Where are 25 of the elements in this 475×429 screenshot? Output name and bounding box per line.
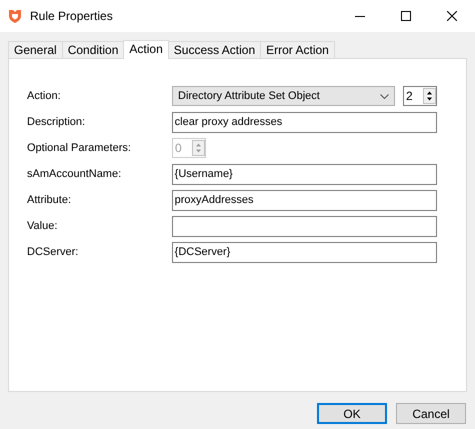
spin-arrows-icon[interactable] — [423, 88, 436, 104]
tab[interactable]: General — [8, 41, 63, 58]
field-label: DCServer: — [27, 244, 80, 260]
tab[interactable]: Error Action — [260, 41, 335, 58]
field-label: sAmAccountName: — [27, 166, 122, 182]
number-spinbox[interactable]: 2 — [403, 86, 437, 106]
field-label: Description: — [27, 114, 86, 130]
field-label: Optional Parameters: — [27, 140, 132, 156]
field-label: Attribute: — [27, 192, 72, 208]
text-field[interactable] — [172, 216, 437, 236]
field-label: Value: — [27, 218, 58, 234]
text-field[interactable]: proxyAddresses — [172, 190, 437, 210]
text-field[interactable]: {DCServer} — [172, 242, 437, 262]
text-field[interactable]: clear proxy addresses — [172, 112, 437, 132]
dropdown[interactable]: Directory Attribute Set Object — [172, 86, 395, 106]
text-field[interactable]: {Username} — [172, 164, 437, 184]
dialog-button[interactable]: Cancel — [396, 403, 466, 424]
chevron-down-icon — [380, 94, 389, 98]
shield-logo-icon — [8, 9, 22, 23]
field-label: Action: — [27, 88, 62, 104]
maximize-icon — [401, 11, 411, 21]
dialog-button[interactable]: OK — [317, 403, 387, 424]
window-title: Rule Properties — [30, 8, 113, 25]
close-icon — [447, 11, 457, 21]
tab[interactable]: Action — [123, 40, 169, 59]
